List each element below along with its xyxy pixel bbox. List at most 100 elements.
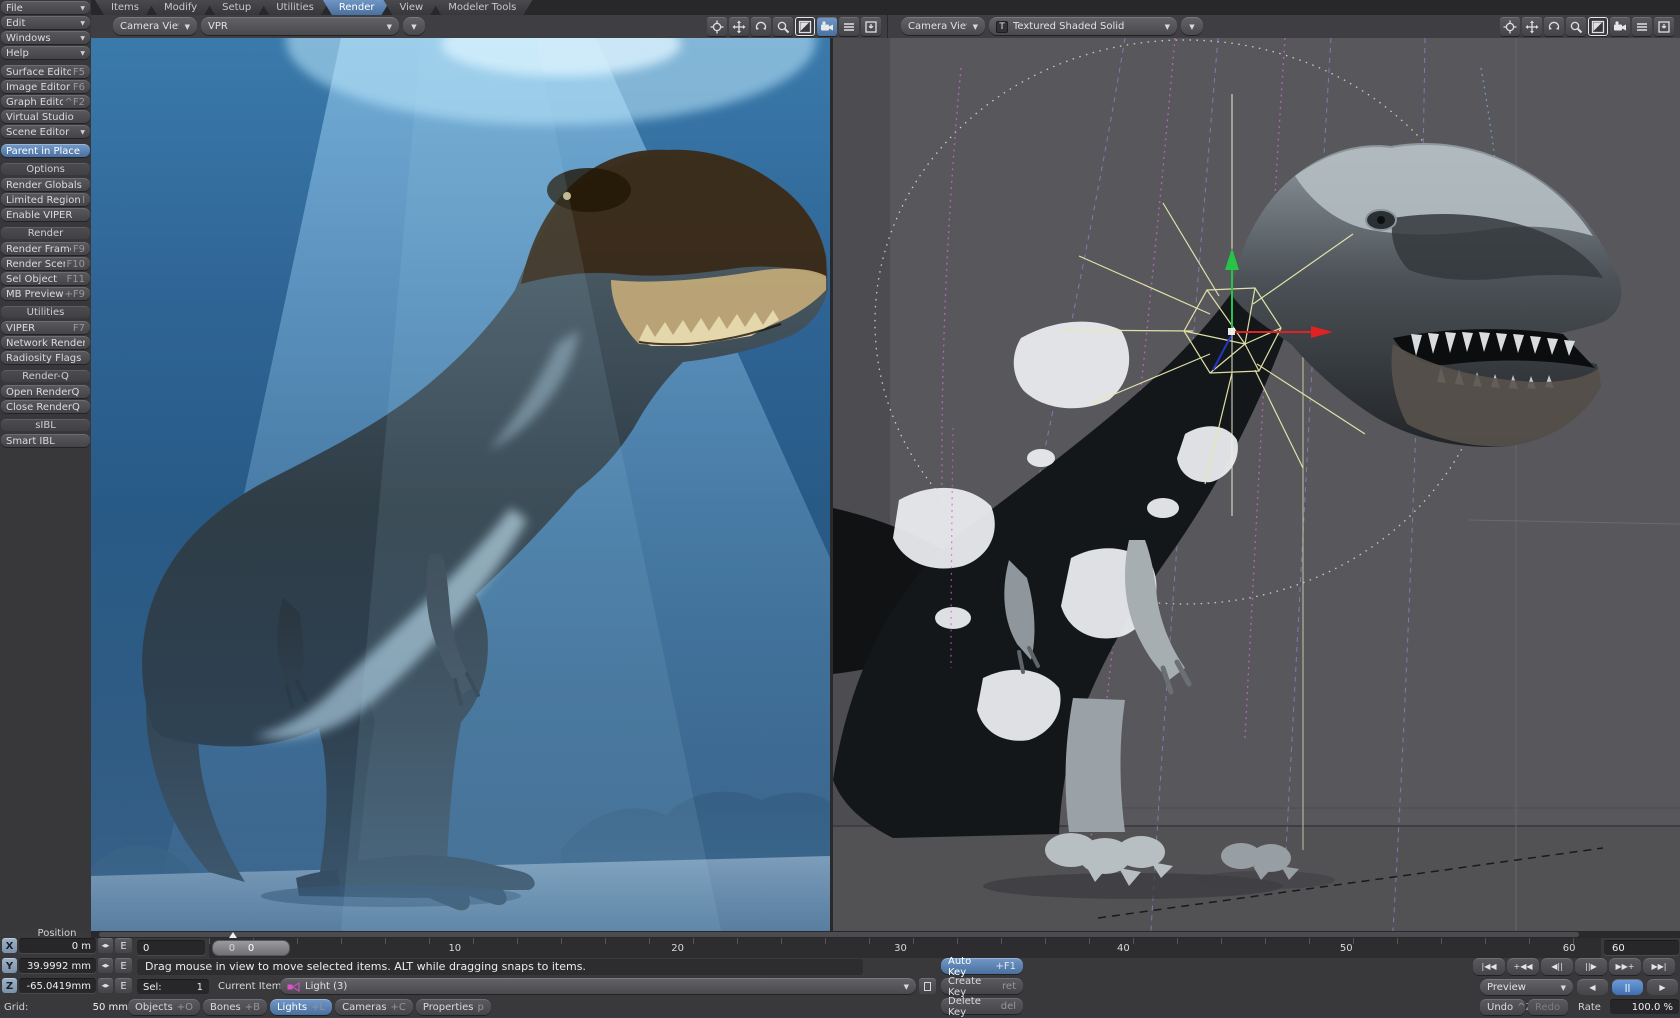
tab-setup[interactable]: Setup: [206, 0, 267, 15]
sidebar-item-open-renderq[interactable]: Open RenderQ: [1, 385, 90, 398]
sidebar-item-file[interactable]: File▼: [1, 1, 90, 14]
timeline-ruler[interactable]: 0 0102030405060: [209, 938, 1601, 958]
sidebar-item-close-renderq[interactable]: Close RenderQ: [1, 400, 90, 413]
sidebar-item-viper[interactable]: VIPERF7: [1, 321, 90, 334]
pan-icon[interactable]: [1522, 17, 1542, 36]
grid-value: 50 mm: [40, 1000, 128, 1015]
rotate-icon[interactable]: [751, 17, 771, 36]
prev-key-button[interactable]: +◀◀: [1507, 958, 1539, 975]
view-mode-dropdown[interactable]: Camera View ▼: [901, 17, 985, 35]
tab-items[interactable]: Items: [95, 0, 155, 15]
sidebar-item-scene-editor[interactable]: Scene Editor▼: [1, 125, 90, 138]
frame-icon[interactable]: [1654, 17, 1674, 36]
item-button-bones[interactable]: Bones+B: [203, 999, 267, 1015]
sidebar-item-shortcut: l: [82, 194, 85, 207]
item-properties-button[interactable]: [919, 978, 936, 994]
tab-modeler-tools[interactable]: Modeler Tools: [432, 0, 532, 15]
sidebar-item-shortcut: ^F2: [65, 96, 86, 109]
rate-field[interactable]: 100.0 %: [1610, 999, 1679, 1014]
frame-icon[interactable]: [861, 17, 881, 36]
zoom-icon[interactable]: [1566, 17, 1586, 36]
next-frame-button[interactable]: ||▶: [1575, 958, 1607, 975]
sidebar-item-mb-preview[interactable]: MB Preview+F9: [1, 287, 90, 300]
center-item-icon[interactable]: [1500, 17, 1520, 36]
tab-render[interactable]: Render: [323, 0, 391, 15]
tab-view[interactable]: View: [383, 0, 439, 15]
sidebar-item-sel-object[interactable]: Sel ObjectF11: [1, 272, 90, 285]
sidebar-item-render-frame[interactable]: Render FrameF9: [1, 242, 90, 255]
chevron-down-icon: ▼: [80, 17, 85, 30]
sidebar-item-network-render[interactable]: Network Render: [1, 336, 90, 349]
sidebar-item-limited-region[interactable]: Limited Regionl: [1, 193, 90, 206]
next-key-button[interactable]: ▶▶+: [1609, 958, 1641, 975]
tab-utilities[interactable]: Utilities: [260, 0, 330, 15]
item-button-lights[interactable]: Lights+L: [270, 999, 332, 1015]
tab-modify[interactable]: Modify: [148, 0, 213, 15]
nudge-button[interactable]: ◀▶: [98, 978, 113, 993]
axis-badge-z[interactable]: Z: [2, 978, 17, 993]
view-mode-dropdown[interactable]: Camera View ▼: [113, 17, 197, 35]
delete-key-button[interactable]: Delete Keydel: [941, 998, 1023, 1014]
sidebar-item-parent-in-place[interactable]: Parent in Place: [1, 144, 90, 157]
camera-icon[interactable]: [1610, 17, 1630, 36]
maximize-icon[interactable]: [795, 17, 815, 36]
sidebar-item-label: Image Editor: [6, 81, 71, 94]
item-button-objects[interactable]: Objects+O: [128, 999, 200, 1015]
sidebar-item-render-scene[interactable]: Render SceneF10: [1, 257, 90, 270]
sidebar-item-image-editor[interactable]: Image EditorF6: [1, 80, 90, 93]
current-item-dropdown[interactable]: Light (3) ▼: [280, 978, 916, 994]
sidebar-item-edit[interactable]: Edit▼: [1, 16, 90, 29]
envelope-button[interactable]: E: [115, 958, 132, 973]
y-value-field[interactable]: 39.9992 mm: [19, 958, 96, 973]
z-value-field[interactable]: -65.0419mm: [19, 978, 96, 993]
play-reverse-button[interactable]: ◀: [1577, 979, 1608, 995]
sidebar-item-smart-ibl[interactable]: Smart IBL: [1, 434, 90, 447]
play-forward-button[interactable]: ▶: [1647, 979, 1678, 995]
preview-dropdown[interactable]: Preview ▼: [1480, 979, 1573, 995]
camera-icon[interactable]: [817, 17, 837, 36]
viewport-options-dropdown[interactable]: ▼: [403, 17, 425, 35]
sidebar-item-graph-editor[interactable]: Graph Editor^F2: [1, 95, 90, 108]
go-start-button[interactable]: |◀◀: [1473, 958, 1505, 975]
nudge-button[interactable]: ◀▶: [98, 958, 113, 973]
envelope-button[interactable]: E: [115, 978, 132, 993]
maximize-icon[interactable]: [1588, 17, 1608, 36]
current-frame-field[interactable]: 0: [137, 940, 205, 955]
zoom-icon[interactable]: [773, 17, 793, 36]
render-mode-dropdown[interactable]: VPR ▼: [201, 17, 399, 35]
frame-slider-handle[interactable]: 0: [212, 940, 290, 956]
create-key-button[interactable]: Create Keyret: [941, 978, 1023, 994]
sidebar-item-surface-editor[interactable]: Surface EditorF5: [1, 65, 90, 78]
pan-icon[interactable]: [729, 17, 749, 36]
sidebar-item-enable-viper[interactable]: Enable VIPER: [1, 208, 90, 221]
viewport-left-vpr-render[interactable]: [91, 38, 830, 931]
sidebar-item-virtual-studio[interactable]: Virtual Studio: [1, 110, 90, 123]
center-item-icon[interactable]: [707, 17, 727, 36]
go-end-button[interactable]: ▶▶|: [1643, 958, 1675, 975]
list-icon[interactable]: [1632, 17, 1652, 36]
nudge-button[interactable]: ◀▶: [98, 938, 113, 953]
axis-badge-x[interactable]: X: [2, 938, 17, 953]
sidebar-item-windows[interactable]: Windows▼: [1, 31, 90, 44]
scrollbar-thumb[interactable]: [99, 932, 1579, 937]
undo-button[interactable]: Undo ^Z: [1480, 999, 1525, 1015]
rotate-icon[interactable]: [1544, 17, 1564, 36]
sidebar-item-help[interactable]: Help▼: [1, 46, 90, 59]
auto-key-button[interactable]: Auto Key+F1: [941, 958, 1023, 974]
viewport-right-shaded[interactable]: [833, 38, 1680, 931]
viewport-scrollbar[interactable]: [91, 931, 1680, 938]
sidebar-item-radiosity-flags[interactable]: Radiosity Flags: [1, 351, 90, 364]
pause-button[interactable]: ||: [1612, 979, 1643, 995]
item-button-cameras[interactable]: Cameras+C: [335, 999, 413, 1015]
item-button-properties[interactable]: Propertiesp: [416, 999, 491, 1015]
x-value-field[interactable]: 0 m: [19, 938, 96, 953]
axis-badge-y[interactable]: Y: [2, 958, 17, 973]
sidebar-item-render-globals[interactable]: Render Globals: [1, 178, 90, 191]
viewport-options-dropdown[interactable]: ▼: [1181, 17, 1203, 35]
list-icon[interactable]: [839, 17, 859, 36]
prev-frame-button[interactable]: ◀||: [1541, 958, 1573, 975]
end-frame-field[interactable]: 60: [1604, 940, 1679, 955]
envelope-button[interactable]: E: [115, 938, 132, 953]
redo-button[interactable]: Redo: [1528, 999, 1568, 1015]
render-mode-dropdown[interactable]: T Textured Shaded Solid ▼: [989, 17, 1177, 35]
